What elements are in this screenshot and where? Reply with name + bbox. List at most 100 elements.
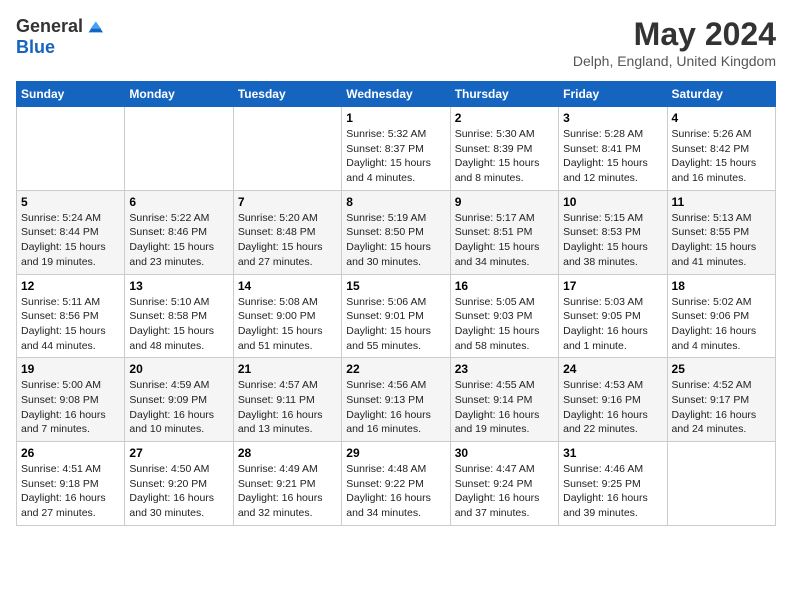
day-number: 3: [563, 111, 662, 125]
calendar-cell: 7 Sunrise: 5:20 AM Sunset: 8:48 PM Daylig…: [233, 190, 341, 274]
day-number: 24: [563, 362, 662, 376]
day-number: 11: [672, 195, 771, 209]
day-info: Sunrise: 5:10 AM Sunset: 8:58 PM Dayligh…: [129, 295, 228, 354]
day-number: 29: [346, 446, 445, 460]
weekday-header: Wednesday: [342, 82, 450, 107]
day-number: 25: [672, 362, 771, 376]
calendar-cell: 9 Sunrise: 5:17 AM Sunset: 8:51 PM Daylig…: [450, 190, 558, 274]
calendar-cell: 19Sunrise: 5:00 AM Sunset: 9:08 PM Dayli…: [17, 358, 125, 442]
day-info: Sunrise: 5:24 AM Sunset: 8:44 PM Dayligh…: [21, 211, 120, 270]
day-number: 17: [563, 279, 662, 293]
weekday-header: Sunday: [17, 82, 125, 107]
calendar-cell: 20Sunrise: 4:59 AM Sunset: 9:09 PM Dayli…: [125, 358, 233, 442]
calendar-cell: 17 Sunrise: 5:03 AM Sunset: 9:05 PM Dayli…: [559, 274, 667, 358]
calendar-cell: [233, 107, 341, 191]
calendar-cell: 30Sunrise: 4:47 AM Sunset: 9:24 PM Dayli…: [450, 442, 558, 526]
day-number: 10: [563, 195, 662, 209]
weekday-header: Monday: [125, 82, 233, 107]
calendar-cell: 14 Sunrise: 5:08 AM Sunset: 9:00 PM Dayli…: [233, 274, 341, 358]
calendar-week-row: 19Sunrise: 5:00 AM Sunset: 9:08 PM Dayli…: [17, 358, 776, 442]
calendar-cell: 21Sunrise: 4:57 AM Sunset: 9:11 PM Dayli…: [233, 358, 341, 442]
calendar-cell: [125, 107, 233, 191]
day-number: 5: [21, 195, 120, 209]
calendar-cell: 3 Sunrise: 5:28 AM Sunset: 8:41 PM Daylig…: [559, 107, 667, 191]
weekday-header: Saturday: [667, 82, 775, 107]
weekday-header: Friday: [559, 82, 667, 107]
day-info: Sunrise: 5:30 AM Sunset: 8:39 PM Dayligh…: [455, 127, 554, 186]
calendar-cell: 24Sunrise: 4:53 AM Sunset: 9:16 PM Dayli…: [559, 358, 667, 442]
logo-blue-text: Blue: [16, 37, 55, 57]
calendar-cell: 29Sunrise: 4:48 AM Sunset: 9:22 PM Dayli…: [342, 442, 450, 526]
day-info: Sunrise: 5:02 AM Sunset: 9:06 PM Dayligh…: [672, 295, 771, 354]
calendar-cell: 4 Sunrise: 5:26 AM Sunset: 8:42 PM Daylig…: [667, 107, 775, 191]
day-number: 27: [129, 446, 228, 460]
day-info: Sunrise: 4:57 AM Sunset: 9:11 PM Dayligh…: [238, 378, 337, 437]
calendar-cell: 23 Sunrise: 4:55 AM Sunset: 9:14 PM Dayli…: [450, 358, 558, 442]
day-info: Sunrise: 4:52 AM Sunset: 9:17 PM Dayligh…: [672, 378, 771, 437]
day-info: Sunrise: 5:19 AM Sunset: 8:50 PM Dayligh…: [346, 211, 445, 270]
calendar-cell: [667, 442, 775, 526]
calendar-cell: 15 Sunrise: 5:06 AM Sunset: 9:01 PM Dayli…: [342, 274, 450, 358]
month-title: May 2024: [573, 16, 776, 53]
calendar-cell: 10Sunrise: 5:15 AM Sunset: 8:53 PM Dayli…: [559, 190, 667, 274]
day-info: Sunrise: 5:20 AM Sunset: 8:48 PM Dayligh…: [238, 211, 337, 270]
day-info: Sunrise: 5:06 AM Sunset: 9:01 PM Dayligh…: [346, 295, 445, 354]
calendar-cell: 25 Sunrise: 4:52 AM Sunset: 9:17 PM Dayli…: [667, 358, 775, 442]
title-area: May 2024 Delph, England, United Kingdom: [573, 16, 776, 69]
day-info: Sunrise: 5:11 AM Sunset: 8:56 PM Dayligh…: [21, 295, 120, 354]
day-number: 12: [21, 279, 120, 293]
weekday-header: Tuesday: [233, 82, 341, 107]
day-info: Sunrise: 4:50 AM Sunset: 9:20 PM Dayligh…: [129, 462, 228, 521]
calendar-cell: 13 Sunrise: 5:10 AM Sunset: 8:58 PM Dayli…: [125, 274, 233, 358]
day-number: 19: [21, 362, 120, 376]
header: General Blue May 2024 Delph, England, Un…: [16, 16, 776, 69]
day-info: Sunrise: 5:17 AM Sunset: 8:51 PM Dayligh…: [455, 211, 554, 270]
calendar-header-row: SundayMondayTuesdayWednesdayThursdayFrid…: [17, 82, 776, 107]
day-number: 2: [455, 111, 554, 125]
calendar-cell: 1Sunrise: 5:32 AM Sunset: 8:37 PM Daylig…: [342, 107, 450, 191]
calendar-cell: 16Sunrise: 5:05 AM Sunset: 9:03 PM Dayli…: [450, 274, 558, 358]
logo: General Blue: [16, 16, 103, 58]
day-number: 8: [346, 195, 445, 209]
calendar-cell: [17, 107, 125, 191]
location-title: Delph, England, United Kingdom: [573, 53, 776, 69]
calendar-cell: 18 Sunrise: 5:02 AM Sunset: 9:06 PM Dayli…: [667, 274, 775, 358]
day-number: 22: [346, 362, 445, 376]
day-info: Sunrise: 4:56 AM Sunset: 9:13 PM Dayligh…: [346, 378, 445, 437]
calendar-week-row: 1Sunrise: 5:32 AM Sunset: 8:37 PM Daylig…: [17, 107, 776, 191]
day-number: 14: [238, 279, 337, 293]
calendar-cell: 31Sunrise: 4:46 AM Sunset: 9:25 PM Dayli…: [559, 442, 667, 526]
day-number: 7: [238, 195, 337, 209]
calendar-week-row: 12 Sunrise: 5:11 AM Sunset: 8:56 PM Dayli…: [17, 274, 776, 358]
day-number: 31: [563, 446, 662, 460]
logo-general-text: General: [16, 16, 83, 37]
day-info: Sunrise: 5:26 AM Sunset: 8:42 PM Dayligh…: [672, 127, 771, 186]
calendar-cell: 11Sunrise: 5:13 AM Sunset: 8:55 PM Dayli…: [667, 190, 775, 274]
calendar-cell: 28Sunrise: 4:49 AM Sunset: 9:21 PM Dayli…: [233, 442, 341, 526]
day-number: 26: [21, 446, 120, 460]
calendar-cell: 8 Sunrise: 5:19 AM Sunset: 8:50 PM Daylig…: [342, 190, 450, 274]
calendar-cell: 5 Sunrise: 5:24 AM Sunset: 8:44 PM Daylig…: [17, 190, 125, 274]
day-number: 6: [129, 195, 228, 209]
day-info: Sunrise: 4:59 AM Sunset: 9:09 PM Dayligh…: [129, 378, 228, 437]
day-number: 18: [672, 279, 771, 293]
day-info: Sunrise: 4:55 AM Sunset: 9:14 PM Dayligh…: [455, 378, 554, 437]
calendar-week-row: 5 Sunrise: 5:24 AM Sunset: 8:44 PM Daylig…: [17, 190, 776, 274]
day-info: Sunrise: 4:49 AM Sunset: 9:21 PM Dayligh…: [238, 462, 337, 521]
day-info: Sunrise: 5:28 AM Sunset: 8:41 PM Dayligh…: [563, 127, 662, 186]
calendar-cell: 2 Sunrise: 5:30 AM Sunset: 8:39 PM Daylig…: [450, 107, 558, 191]
day-info: Sunrise: 5:22 AM Sunset: 8:46 PM Dayligh…: [129, 211, 228, 270]
logo-icon: [85, 18, 103, 36]
day-number: 15: [346, 279, 445, 293]
day-number: 16: [455, 279, 554, 293]
day-number: 9: [455, 195, 554, 209]
day-info: Sunrise: 5:03 AM Sunset: 9:05 PM Dayligh…: [563, 295, 662, 354]
day-number: 13: [129, 279, 228, 293]
day-number: 23: [455, 362, 554, 376]
calendar-cell: 6 Sunrise: 5:22 AM Sunset: 8:46 PM Daylig…: [125, 190, 233, 274]
calendar-cell: 22 Sunrise: 4:56 AM Sunset: 9:13 PM Dayli…: [342, 358, 450, 442]
day-number: 4: [672, 111, 771, 125]
day-info: Sunrise: 5:08 AM Sunset: 9:00 PM Dayligh…: [238, 295, 337, 354]
calendar-cell: 27 Sunrise: 4:50 AM Sunset: 9:20 PM Dayli…: [125, 442, 233, 526]
day-number: 30: [455, 446, 554, 460]
